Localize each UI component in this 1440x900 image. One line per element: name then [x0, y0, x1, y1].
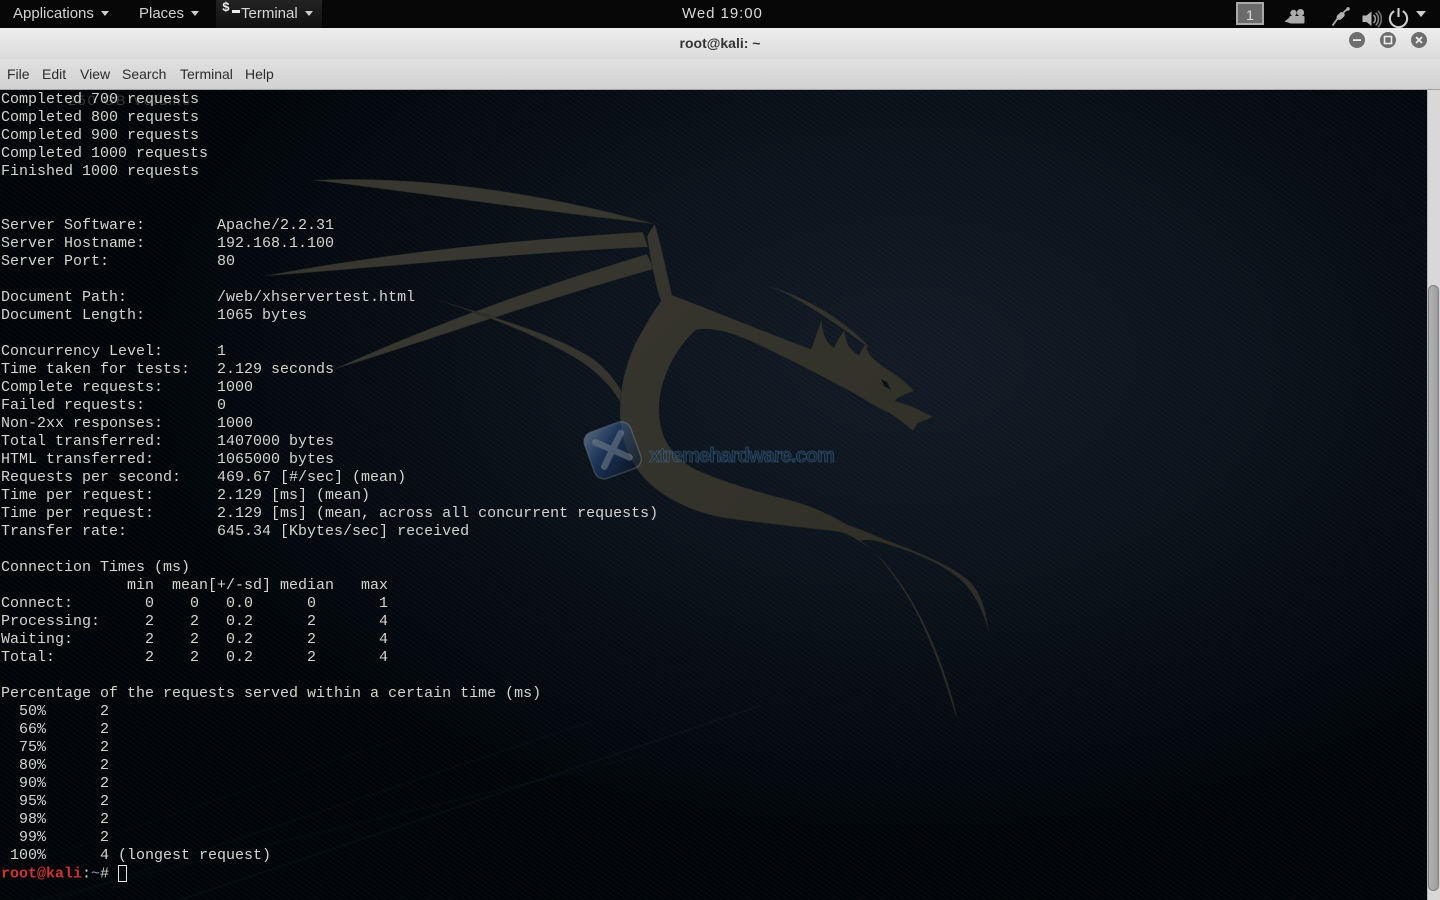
- svg-text:xtremehardware.com: xtremehardware.com: [649, 445, 834, 467]
